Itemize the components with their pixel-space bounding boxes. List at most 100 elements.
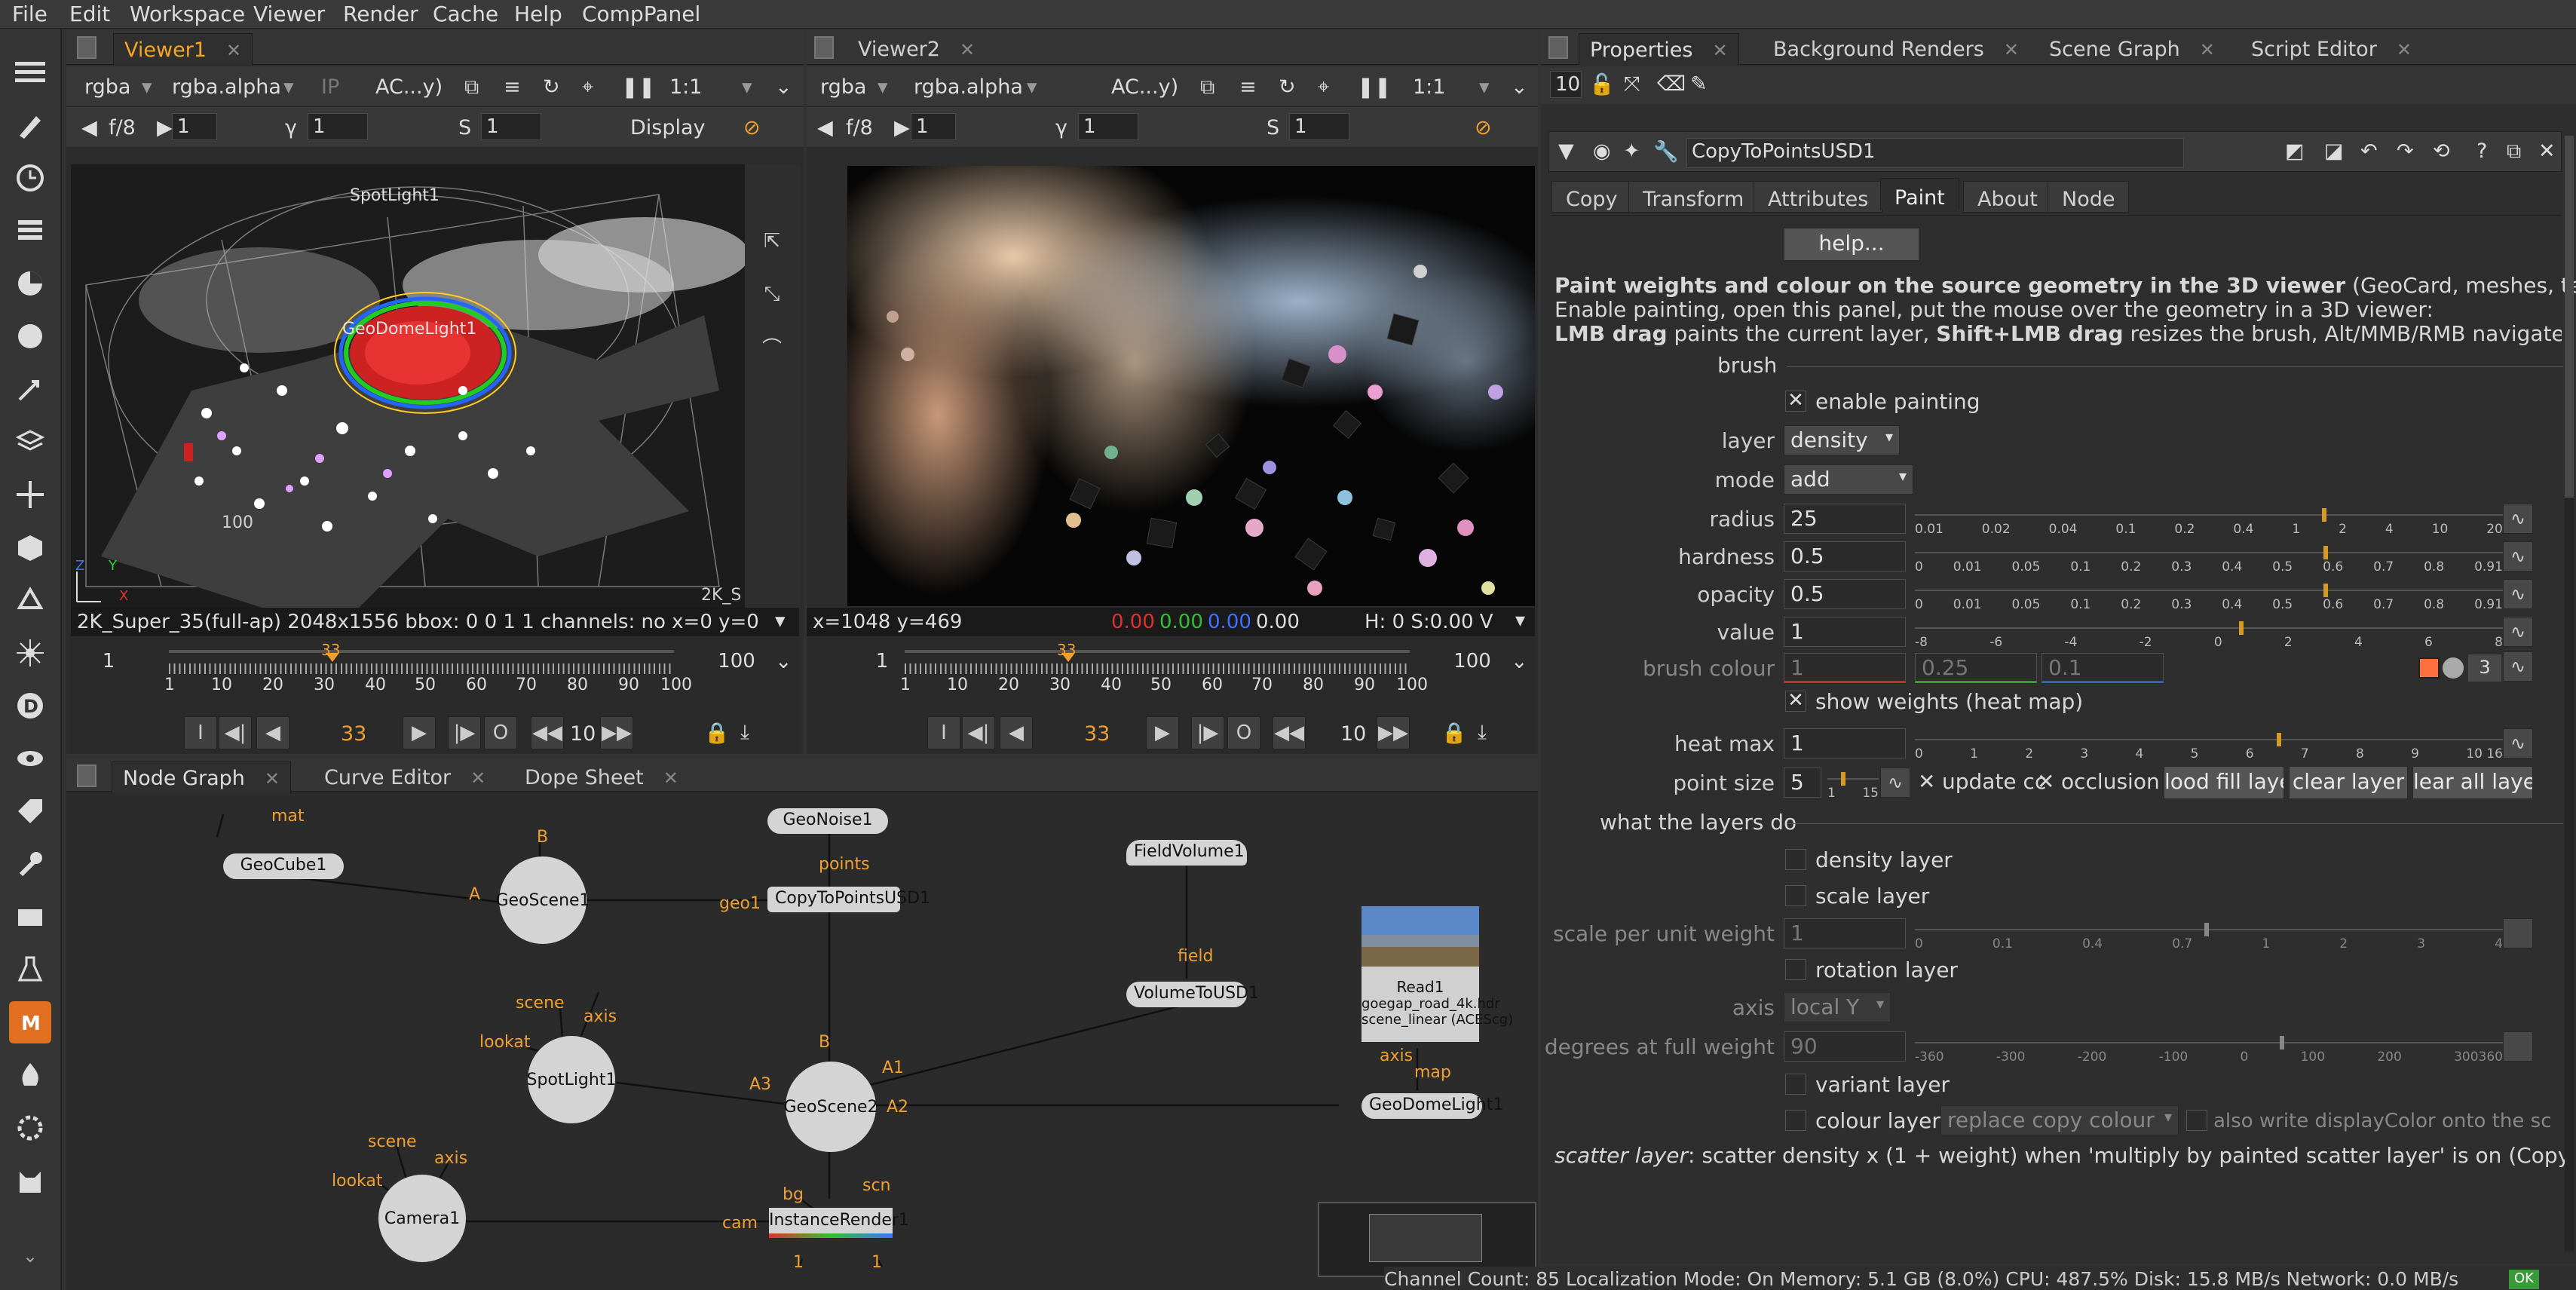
channels-select[interactable]: rgba <box>84 75 130 99</box>
guides-icon[interactable]: ⧉ <box>1200 75 1214 100</box>
show-weights-checkbox[interactable]: ✕ <box>1785 691 1806 712</box>
target-icon[interactable]: ⌖ <box>1318 75 1329 100</box>
stack-icon[interactable] <box>9 421 51 463</box>
node-geodomelight1[interactable]: GeoDomeLight1 <box>1362 1093 1503 1119</box>
alpha-select[interactable]: rgba.alpha <box>172 75 281 99</box>
scale-tool-icon[interactable]: ⤡ <box>755 277 789 311</box>
curve-tool-icon[interactable]: ⌒ <box>755 330 789 363</box>
animation-curve-icon[interactable]: ∿ <box>2503 651 2533 682</box>
saturation-field[interactable]: 1 <box>481 113 541 140</box>
tl-end-field[interactable]: 100 <box>703 648 770 676</box>
mask-icon[interactable]: ◩ <box>2285 139 2305 163</box>
brush-colour-r[interactable]: 1 <box>1784 653 1906 683</box>
sphere-icon[interactable] <box>9 315 51 357</box>
refresh-icon[interactable]: ↻ <box>543 75 560 99</box>
display-select[interactable]: Display <box>630 116 706 139</box>
colour-wheel-icon[interactable] <box>2443 657 2464 679</box>
viewer-icon[interactable]: ◉ <box>1593 139 1611 163</box>
M-icon[interactable]: M <box>9 1001 51 1043</box>
channels-icon[interactable] <box>9 210 51 252</box>
occlusion-check[interactable]: ✕ <box>2037 769 2054 794</box>
out-point-button[interactable]: O <box>484 716 517 749</box>
lines-icon[interactable]: ≡ <box>1239 75 1257 99</box>
pie-icon[interactable] <box>9 262 51 305</box>
move-icon[interactable] <box>9 473 51 516</box>
sync-icon[interactable]: ⤓ <box>740 721 749 745</box>
tl-end-field[interactable]: 100 <box>1438 648 1506 676</box>
prev-key-button[interactable]: ◀| <box>962 716 995 749</box>
close-icon[interactable]: ✕ <box>226 40 241 61</box>
lock-icon[interactable]: 🔓 <box>1589 72 1615 97</box>
enable-painting-checkbox[interactable]: ✕ <box>1785 391 1806 412</box>
subtab-attributes[interactable]: Attributes <box>1754 181 1883 213</box>
viewer1-3d-viewport[interactable]: GeoDomeLight1 SpotLight1 100 2K_S Y X Z <box>71 164 745 608</box>
node-color-icon[interactable]: ✦ <box>1623 139 1640 163</box>
tab-viewer2[interactable]: Viewer2 ✕ <box>847 33 985 65</box>
scale-per-unit-weight-field[interactable]: 1 <box>1784 918 1906 948</box>
gain-field[interactable]: 1 <box>172 113 217 140</box>
refresh-icon[interactable]: ↻ <box>1279 75 1296 99</box>
wrench-icon[interactable] <box>9 843 51 885</box>
axis-tool-icon[interactable]: ⇱ <box>755 225 789 258</box>
transform-icon[interactable] <box>9 368 51 410</box>
guides-icon[interactable]: ⧉ <box>464 75 479 100</box>
next-key-button[interactable]: |▶ <box>448 716 481 749</box>
pane-grip[interactable] <box>814 36 834 59</box>
menu-render[interactable]: Render <box>343 2 418 26</box>
node-fieldvolume1[interactable]: FieldVolume1 <box>1126 840 1247 866</box>
pause-icon[interactable]: ❚❚ <box>1357 75 1391 99</box>
prev-icon[interactable]: ◀ <box>817 116 833 139</box>
tab-viewer1[interactable]: Viewer1 ✕ <box>113 33 253 65</box>
animation-curve-icon[interactable] <box>2503 1031 2533 1062</box>
prev-key-button[interactable]: ◀| <box>219 716 252 749</box>
play-back-button[interactable]: ◀ <box>256 716 289 749</box>
tab-script-editor[interactable]: Script Editor ✕ <box>2241 33 2422 65</box>
channels-select[interactable]: rgba <box>820 75 866 99</box>
gamma-field[interactable]: 1 <box>1078 113 1138 140</box>
node-graph-minimap[interactable] <box>1318 1202 1536 1277</box>
animation-curve-icon[interactable]: ∿ <box>2503 579 2533 609</box>
tl-start-field[interactable]: 1 <box>852 648 912 676</box>
saturation-field[interactable]: 1 <box>1289 113 1349 140</box>
next-icon[interactable]: ▶ <box>157 116 173 139</box>
step-forward-button[interactable]: ▶▶ <box>600 716 633 749</box>
hardness-field[interactable]: 0.5 <box>1784 541 1906 571</box>
node-geonoise1[interactable]: GeoNoise1 <box>767 808 888 834</box>
chevron-down-icon[interactable]: ⌄ <box>1511 650 1528 673</box>
clear-layer-button[interactable]: clear layer <box>2289 766 2408 799</box>
node-volumetousd1[interactable]: VolumeToUSD1 <box>1126 982 1259 1007</box>
menu-workspace[interactable]: Workspace <box>130 2 245 26</box>
pane-grip[interactable] <box>1548 36 1568 59</box>
value-field[interactable]: 1 <box>1784 617 1906 647</box>
out-point-button[interactable]: O <box>1227 716 1260 749</box>
deep-icon[interactable] <box>9 579 51 621</box>
in-point-button[interactable]: I <box>927 716 960 749</box>
hardness-slider[interactable]: 0 0.01 0.05 0.1 0.2 0.3 0.4 0.5 0.6 0.7 0.8 0.91 <box>1915 543 2503 575</box>
target-icon[interactable]: ⌖ <box>582 75 593 100</box>
close-icon[interactable]: ✕ <box>960 39 975 60</box>
lock-icon[interactable]: 🔒 <box>704 721 730 745</box>
chevron-down-icon[interactable]: ⌄ <box>775 75 792 99</box>
revert-icon[interactable]: ⟲ <box>2433 139 2450 163</box>
heat-max-slider[interactable]: 0 1 2 3 4 5 6 7 8 9 10 16 <box>1915 730 2503 761</box>
menu-help[interactable]: Help <box>514 2 562 26</box>
node-name-field[interactable]: CopyToPointsUSD1 <box>1686 138 2184 168</box>
variant-layer-checkbox[interactable] <box>1785 1074 1806 1095</box>
step-forward-button[interactable]: ▶▶ <box>1377 716 1410 749</box>
tab-background-renders[interactable]: Background Renders ✕ <box>1763 33 2029 65</box>
subtab-node[interactable]: Node <box>2048 181 2130 213</box>
scale-layer-checkbox[interactable] <box>1785 885 1806 906</box>
axis-dropdown[interactable]: local Y ▾ <box>1784 992 1891 1022</box>
animation-curve-icon[interactable]: ∿ <box>2503 541 2533 571</box>
radius-slider[interactable]: 0.01 0.02 0.04 0.1 0.2 0.4 1 2 4 10 20 <box>1915 505 2503 537</box>
zoom-select[interactable]: 1:1 <box>669 75 702 99</box>
layers-icon[interactable] <box>9 51 51 93</box>
colour-channels-button[interactable]: 3 <box>2468 654 2501 682</box>
close-icon[interactable]: ✕ <box>2200 39 2215 60</box>
animation-curve-icon[interactable] <box>2503 918 2533 948</box>
tab-properties[interactable]: Properties ✕ <box>1579 33 1739 65</box>
tab-scene-graph[interactable]: Scene Graph ✕ <box>2038 33 2225 65</box>
collapse-icon[interactable]: ▼ <box>1558 139 1574 163</box>
clear-all-layers-button[interactable]: lear all layer <box>2412 766 2533 799</box>
chevron-down-icon[interactable]: ⌄ <box>775 650 792 673</box>
